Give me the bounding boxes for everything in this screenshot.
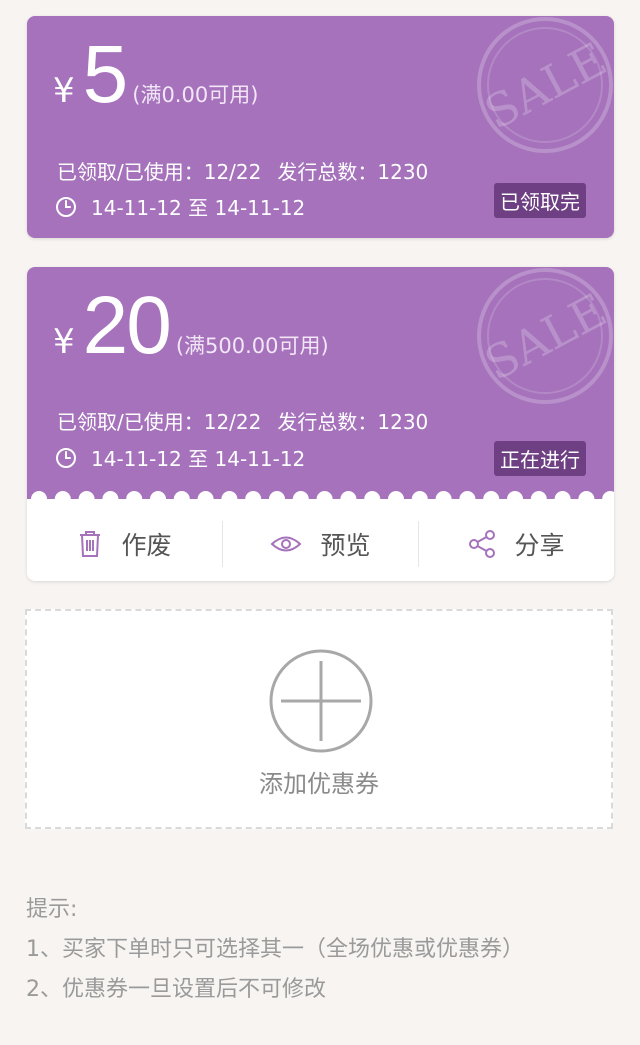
stamp-text: SALE: [476, 283, 614, 391]
scallop-dot: [507, 491, 523, 507]
scallop-dot: [221, 491, 238, 507]
scallop-dot: [197, 491, 214, 507]
scallop-dot: [483, 491, 500, 507]
scallop-dot: [245, 491, 262, 507]
scallop-dot: [578, 491, 595, 507]
scallop-dot: [78, 491, 95, 507]
tips-title: 提示:: [26, 897, 78, 922]
coupon-stats: 已领取/已使用：12/22 发行总数：1230: [57, 156, 428, 185]
scallop-dot: [150, 491, 166, 507]
coupon-amount: 20: [82, 280, 172, 371]
scallop-dot: [554, 491, 571, 507]
claimed-used-count: 已领取/已使用：12/22: [57, 160, 262, 184]
tip-line-1: 1、买家下单时只可选择其一（全场优惠或优惠券）: [26, 937, 524, 962]
clock-icon: [56, 447, 76, 468]
scallop-dot: [102, 491, 119, 507]
share-button[interactable]: 分享: [418, 521, 614, 567]
coupon-condition: (满500.00可用): [175, 334, 329, 358]
scallop-dot: [364, 491, 381, 507]
issued-total: 发行总数：1230: [277, 410, 429, 434]
preview-label: 预览: [320, 531, 371, 560]
date-text: 14-11-12 至 14-11-12: [91, 447, 306, 471]
eye-icon: [271, 536, 302, 552]
currency-symbol: ¥: [53, 71, 75, 111]
preview-button[interactable]: 预览: [222, 521, 418, 567]
scallop-dot: [173, 491, 190, 507]
currency-symbol: ¥: [53, 322, 75, 362]
coupon-card-active[interactable]: SALE ¥ 20 (满500.00可用) 已领取/已使用：12/22 发行总数：…: [27, 267, 614, 581]
status-badge: 已领取完: [494, 183, 586, 218]
add-coupon-button[interactable]: 添加优惠券: [25, 609, 613, 829]
add-coupon-label: 添加优惠券: [259, 770, 379, 798]
scallop-dot: [530, 491, 547, 507]
scallop-edge: [27, 491, 614, 509]
stamp-text: SALE: [476, 32, 614, 140]
price-row: ¥ 5 (满0.00可用): [53, 34, 258, 116]
scallop-dot: [126, 491, 143, 507]
issued-total: 发行总数：1230: [277, 160, 429, 184]
clock-icon: [56, 196, 76, 217]
scallop-dot: [340, 491, 357, 507]
tip-line-2: 2、优惠券一旦设置后不可修改: [26, 977, 326, 1002]
scallop-dot: [54, 491, 71, 507]
status-badge: 正在进行: [494, 441, 586, 476]
scallop-dot: [316, 491, 333, 507]
coupon-date-range: 14-11-12 至 14-11-12: [55, 192, 305, 221]
tips-section: 提示: 1、买家下单时只可选择其一（全场优惠或优惠券） 2、优惠券一旦设置后不可…: [26, 890, 524, 1010]
coupon-amount: 5: [82, 29, 129, 120]
coupon-actions: 作废 预览 分享: [27, 507, 614, 581]
coupon-date-range: 14-11-12 至 14-11-12: [55, 443, 305, 472]
void-label: 作废: [121, 531, 172, 560]
sale-stamp-icon: SALE: [476, 17, 614, 153]
scallop-dot: [388, 491, 404, 507]
scallop-dot: [411, 491, 428, 507]
scallop-dot: [435, 491, 452, 507]
share-label: 分享: [514, 531, 565, 560]
claimed-used-count: 已领取/已使用：12/22: [57, 410, 262, 434]
void-button[interactable]: 作废: [27, 521, 222, 567]
coupon-condition: (满0.00可用): [132, 83, 259, 107]
plus-circle-icon: [269, 649, 373, 753]
scallop-dot: [292, 491, 309, 507]
scallop-dot: [31, 491, 47, 507]
price-row: ¥ 20 (满500.00可用): [53, 285, 329, 367]
scallop-dot: [269, 491, 285, 507]
trash-icon: [80, 531, 101, 557]
sale-stamp-icon: SALE: [476, 268, 614, 404]
share-icon: [469, 530, 496, 558]
coupon-stats: 已领取/已使用：12/22 发行总数：1230: [57, 406, 428, 435]
date-text: 14-11-12 至 14-11-12: [91, 196, 306, 220]
coupon-card[interactable]: SALE ¥ 5 (满0.00可用) 已领取/已使用：12/22 发行总数：123…: [27, 16, 614, 238]
scallop-dot: [459, 491, 476, 507]
